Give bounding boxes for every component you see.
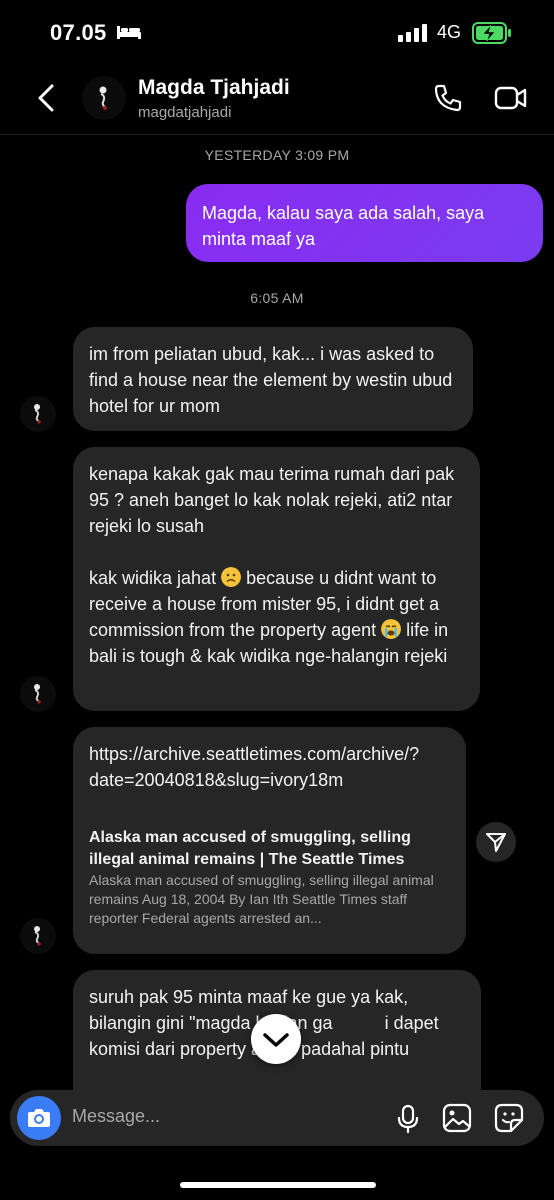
message-text: kak widika jahat [89,568,222,588]
profile-picture [82,76,126,120]
message-paragraph: kenapa kakak gak mau terima rumah dari p… [89,464,455,536]
sleep-focus-icon [117,26,141,39]
link-url[interactable]: https://archive.seattletimes.com/archive… [89,741,450,793]
incoming-message[interactable]: kenapa kakak gak mau terima rumah dari p… [73,447,480,711]
contact-name[interactable]: Magda Tjahjadi [138,76,290,100]
network-type: 4G [437,22,462,42]
message-input[interactable] [72,1106,372,1127]
outgoing-message[interactable]: Magda, kalau saya ada salah, saya minta … [186,184,543,262]
image-icon[interactable] [442,1103,472,1133]
avatar[interactable] [82,76,126,120]
profile-picture [20,918,56,954]
link-preview-description: Alaska man accused of smuggling, selling… [89,872,434,926]
phone-icon[interactable] [432,82,464,114]
share-button[interactable] [476,822,516,862]
scroll-to-bottom-button[interactable] [251,1014,301,1064]
contact-username[interactable]: magdatjahjadi [138,104,231,121]
cellular-signal-icon [398,24,427,42]
sender-avatar[interactable] [20,396,56,432]
camera-icon [28,1109,50,1127]
incoming-message[interactable]: im from peliatan ubud, kak... i was aske… [73,327,473,431]
message-timestamp: 6:05 AM [250,290,304,306]
message-timestamp: YESTERDAY 3:09 PM [204,147,350,163]
status-bar: 07.05 4G [0,0,554,62]
crying-face-emoji-icon [381,619,402,639]
sticker-icon[interactable] [494,1103,524,1133]
video-camera-icon[interactable] [494,84,528,112]
profile-picture [20,396,56,432]
home-indicator[interactable] [180,1182,376,1188]
chevron-left-icon[interactable] [34,82,58,114]
link-preview-title[interactable]: Alaska man accused of smuggling, selling… [89,827,450,871]
link-message[interactable]: https://archive.seattletimes.com/archive… [73,727,466,954]
battery-charging-icon [472,22,511,44]
sender-avatar[interactable] [20,918,56,954]
status-time: 07.05 [50,20,107,45]
message-composer [10,1090,544,1146]
camera-button[interactable] [17,1096,61,1140]
profile-picture [20,676,56,712]
microphone-icon[interactable] [396,1104,420,1134]
chat-header: Magda Tjahjadi magdatjahjadi [0,62,554,135]
frowning-face-emoji-icon [221,567,242,587]
chevron-down-icon [263,1033,289,1047]
message-paragraph: kak widika jahat because u didnt want to… [89,565,464,669]
paper-plane-icon [486,833,506,852]
sender-avatar[interactable] [20,676,56,712]
message-text: suruh pak 95 minta maaf ke gue ya kak, b… [89,987,409,1033]
